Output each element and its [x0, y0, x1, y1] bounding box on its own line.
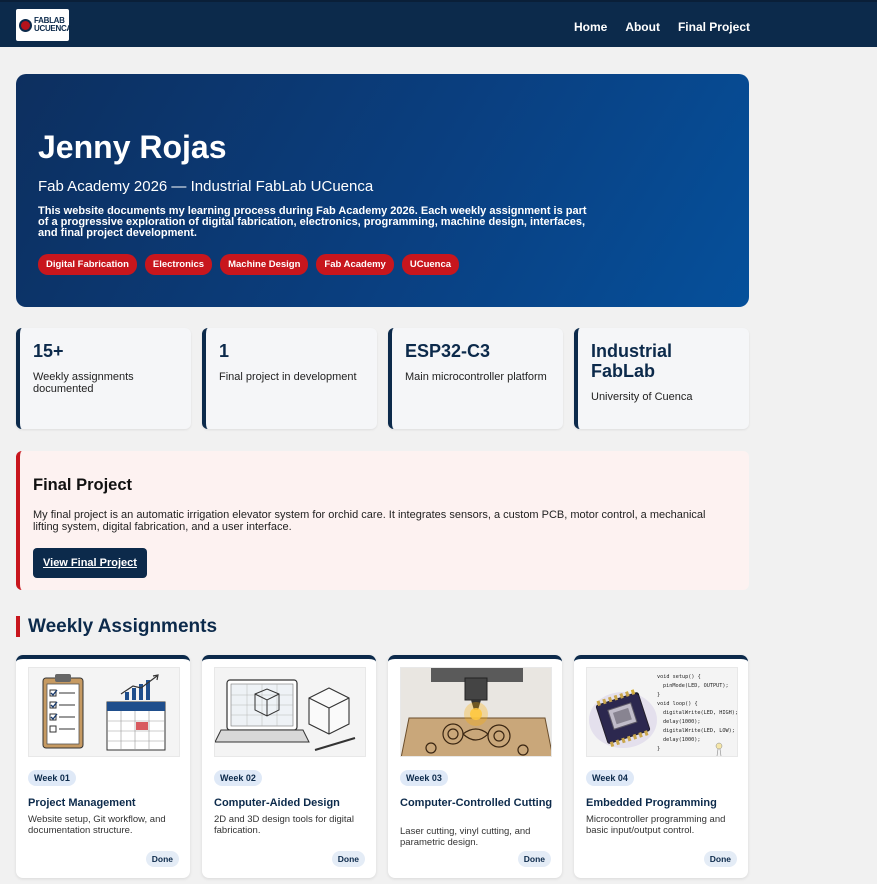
card-title: Project Management: [28, 797, 136, 809]
code-line: }: [657, 746, 660, 752]
clipboard-calendar-illustration-icon: [28, 667, 180, 757]
stat-card: 1 Final project in development: [202, 328, 377, 429]
card-description: 2D and 3D design tools for digital fabri…: [214, 814, 354, 836]
nav-link-home[interactable]: Home: [574, 20, 607, 34]
tag-machine-design: Machine Design: [220, 254, 309, 275]
hero-subtitle: Fab Academy 2026 — Industrial FabLab UCu…: [38, 178, 374, 195]
card-title: Embedded Programming: [586, 797, 717, 809]
week-badge: Week 01: [28, 770, 76, 786]
laser-cutter-illustration-icon: [400, 667, 552, 757]
final-project-callout: Final Project My final project is an aut…: [16, 451, 749, 590]
code-line: digitalWrite(LED, HIGH);: [663, 710, 738, 716]
card-title: Computer-Aided Design: [214, 797, 340, 809]
stat-label: Weekly assignments documented: [33, 371, 134, 395]
stat-value: 1: [219, 341, 230, 361]
stat-value: ESP32-C3: [405, 341, 491, 361]
status-badge: Done: [145, 851, 179, 867]
week-badge: Week 04: [586, 770, 634, 786]
assignment-card-week-01[interactable]: Week 01 Project Management Website setup…: [16, 655, 190, 878]
main-nav: Home About Final Project: [574, 20, 750, 34]
tag-digital-fabrication: Digital Fabrication: [38, 254, 137, 275]
code-line: pinMode(LED, OUTPUT);: [663, 683, 729, 689]
stat-label: Main microcontroller platform: [405, 371, 547, 383]
hero-name: Jenny Rojas: [38, 129, 227, 165]
tag-fab-academy: Fab Academy: [316, 254, 394, 275]
status-badge: Done: [331, 851, 365, 867]
hero-banner: Jenny Rojas Fab Academy 2026 — Industria…: [16, 74, 749, 307]
stat-card: ESP32-C3 Main microcontroller platform: [388, 328, 563, 429]
final-project-title: Final Project: [33, 476, 133, 494]
logo-line2: UCUENCA: [34, 24, 72, 33]
week-badge: Week 03: [400, 770, 448, 786]
code-line: delay(1000);: [663, 719, 700, 725]
weekly-cards: Week 01 Project Management Website setup…: [16, 655, 748, 878]
card-description: Laser cutting, vinyl cutting, and parame…: [400, 826, 531, 848]
final-project-text: My final project is an automatic irrigat…: [33, 509, 706, 533]
stat-value: 15+: [33, 341, 64, 361]
stats-row: 15+ Weekly assignments documented 1 Fina…: [16, 328, 749, 429]
assignment-card-week-03[interactable]: Week 03 Computer-Controlled Cutting Lase…: [388, 655, 562, 878]
laptop-cad-illustration-icon: [214, 667, 366, 757]
stat-value: Industrial FabLab: [591, 341, 673, 381]
stat-label: Final project in development: [219, 371, 357, 383]
nav-link-final-project[interactable]: Final Project: [678, 20, 750, 34]
stat-card: 15+ Weekly assignments documented: [16, 328, 191, 429]
tag-ucuenca: UCuenca: [401, 254, 460, 275]
fablab-logo[interactable]: FABLAB UCUENCA: [16, 9, 72, 41]
code-line: }: [657, 692, 660, 698]
hero-tags: Digital Fabrication Electronics Machine …: [38, 254, 460, 275]
assignment-card-week-02[interactable]: Week 02 Computer-Aided Design 2D and 3D …: [202, 655, 376, 878]
week-badge: Week 02: [214, 770, 262, 786]
microcontroller-code-illustration-icon: void setup() { pinMode(LED, OUTPUT); } v…: [586, 667, 738, 757]
code-line: delay(1000);: [663, 737, 700, 743]
hero-description: This website documents my learning proce…: [38, 205, 587, 239]
card-description: Website setup, Git workflow, and documen…: [28, 814, 166, 836]
nav-link-about[interactable]: About: [625, 20, 660, 34]
code-line: void setup() {: [657, 674, 701, 680]
card-title: Computer-Controlled Cutting: [400, 797, 553, 809]
assignment-card-week-04[interactable]: void setup() { pinMode(LED, OUTPUT); } v…: [574, 655, 748, 878]
card-description: Microcontroller programming and basic in…: [586, 814, 726, 836]
tag-electronics: Electronics: [144, 254, 213, 275]
weekly-assignments-heading: Weekly Assignments: [16, 616, 217, 637]
status-badge: Done: [517, 851, 551, 867]
stat-label: University of Cuenca: [591, 391, 693, 403]
fablab-logo-icon: [19, 18, 32, 32]
view-final-project-button[interactable]: View Final Project: [33, 548, 147, 578]
status-badge: Done: [703, 851, 737, 867]
logo-text: FABLAB UCUENCA: [34, 17, 72, 33]
code-line: void loop() {: [657, 701, 698, 707]
code-line: digitalWrite(LED, LOW);: [663, 728, 735, 734]
stat-card: Industrial FabLab University of Cuenca: [574, 328, 749, 429]
top-navbar: FABLAB UCUENCA Home About Final Project: [0, 0, 877, 47]
